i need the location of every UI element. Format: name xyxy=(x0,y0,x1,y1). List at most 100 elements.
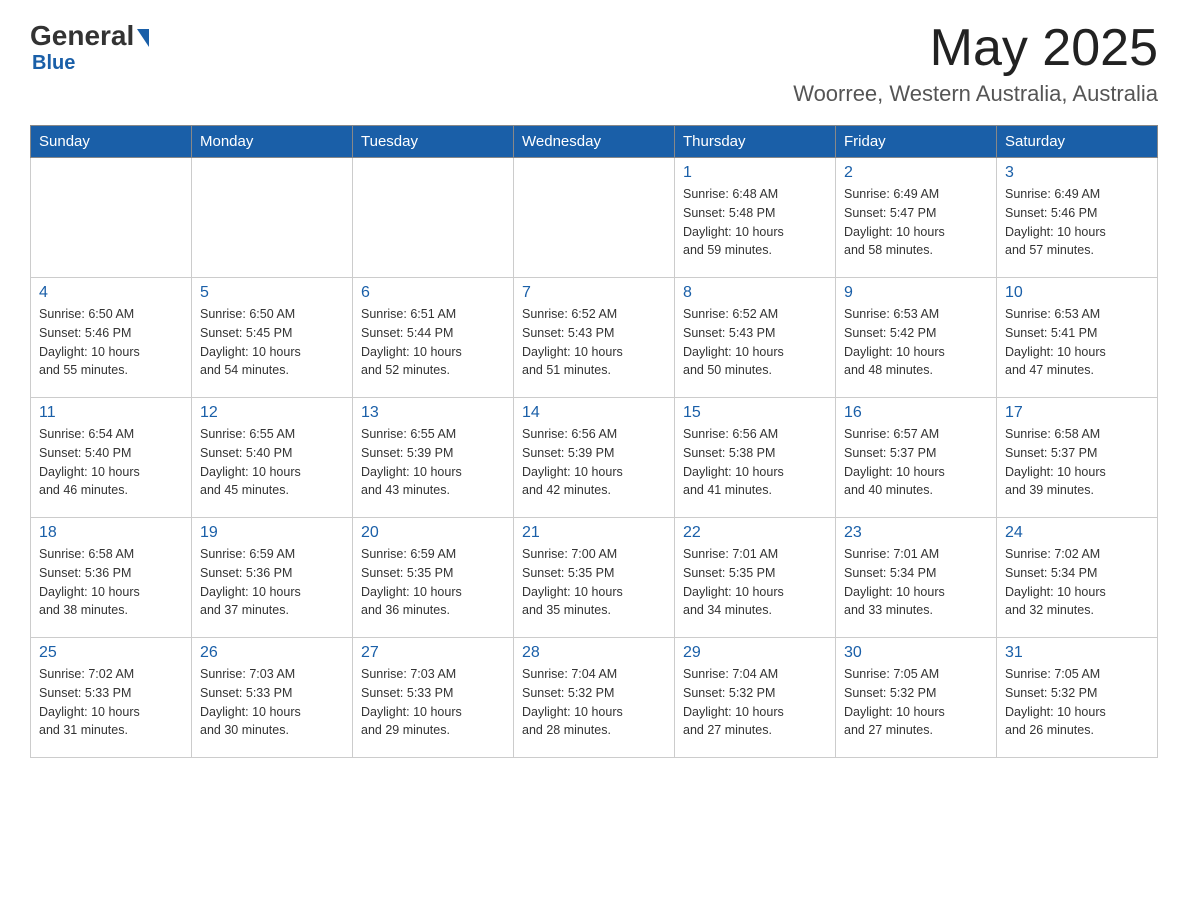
day-info: Sunrise: 6:58 AMSunset: 5:37 PMDaylight:… xyxy=(1005,425,1149,500)
calendar-week-1: 1 Sunrise: 6:48 AMSunset: 5:48 PMDaylight… xyxy=(31,158,1158,278)
day-info: Sunrise: 6:56 AMSunset: 5:39 PMDaylight:… xyxy=(522,425,666,500)
calendar-week-3: 11 Sunrise: 6:54 AMSunset: 5:40 PMDayligh… xyxy=(31,398,1158,518)
calendar-cell: 11 Sunrise: 6:54 AMSunset: 5:40 PMDayligh… xyxy=(31,398,192,518)
calendar-cell xyxy=(353,158,514,278)
day-number: 2 xyxy=(844,164,988,182)
calendar-header-saturday: Saturday xyxy=(997,126,1158,158)
day-number: 17 xyxy=(1005,404,1149,422)
day-info: Sunrise: 6:53 AMSunset: 5:41 PMDaylight:… xyxy=(1005,305,1149,380)
calendar-week-2: 4 Sunrise: 6:50 AMSunset: 5:46 PMDaylight… xyxy=(31,278,1158,398)
day-number: 28 xyxy=(522,644,666,662)
day-number: 5 xyxy=(200,284,344,302)
day-info: Sunrise: 7:04 AMSunset: 5:32 PMDaylight:… xyxy=(522,665,666,740)
calendar-cell: 23Sunrise: 7:01 AMSunset: 5:34 PMDayligh… xyxy=(836,518,997,638)
calendar-cell: 18 Sunrise: 6:58 AMSunset: 5:36 PMDayligh… xyxy=(31,518,192,638)
page-header: General Blue May 2025 Woorree, Western A… xyxy=(30,20,1158,107)
calendar-cell: 5 Sunrise: 6:50 AMSunset: 5:45 PMDaylight… xyxy=(192,278,353,398)
day-number: 7 xyxy=(522,284,666,302)
calendar-week-5: 25Sunrise: 7:02 AMSunset: 5:33 PMDayligh… xyxy=(31,638,1158,758)
day-info: Sunrise: 6:59 AMSunset: 5:35 PMDaylight:… xyxy=(361,545,505,620)
day-info: Sunrise: 6:51 AMSunset: 5:44 PMDaylight:… xyxy=(361,305,505,380)
calendar-cell: 6Sunrise: 6:51 AMSunset: 5:44 PMDaylight… xyxy=(353,278,514,398)
day-info: Sunrise: 6:54 AMSunset: 5:40 PMDaylight:… xyxy=(39,425,183,500)
calendar-cell: 26 Sunrise: 7:03 AMSunset: 5:33 PMDayligh… xyxy=(192,638,353,758)
day-number: 30 xyxy=(844,644,988,662)
calendar-cell: 24 Sunrise: 7:02 AMSunset: 5:34 PMDayligh… xyxy=(997,518,1158,638)
day-number: 26 xyxy=(200,644,344,662)
day-info: Sunrise: 6:56 AMSunset: 5:38 PMDaylight:… xyxy=(683,425,827,500)
day-info: Sunrise: 6:48 AMSunset: 5:48 PMDaylight:… xyxy=(683,185,827,260)
calendar-cell: 15 Sunrise: 6:56 AMSunset: 5:38 PMDayligh… xyxy=(675,398,836,518)
day-number: 31 xyxy=(1005,644,1149,662)
calendar-cell xyxy=(514,158,675,278)
day-number: 16 xyxy=(844,404,988,422)
day-info: Sunrise: 6:50 AMSunset: 5:45 PMDaylight:… xyxy=(200,305,344,380)
calendar-header-row: SundayMondayTuesdayWednesdayThursdayFrid… xyxy=(31,126,1158,158)
calendar-cell: 20 Sunrise: 6:59 AMSunset: 5:35 PMDayligh… xyxy=(353,518,514,638)
day-info: Sunrise: 7:01 AMSunset: 5:34 PMDaylight:… xyxy=(844,545,988,620)
calendar-cell: 28 Sunrise: 7:04 AMSunset: 5:32 PMDayligh… xyxy=(514,638,675,758)
day-info: Sunrise: 6:55 AMSunset: 5:40 PMDaylight:… xyxy=(200,425,344,500)
day-info: Sunrise: 7:03 AMSunset: 5:33 PMDaylight:… xyxy=(200,665,344,740)
calendar-cell: 31 Sunrise: 7:05 AMSunset: 5:32 PMDayligh… xyxy=(997,638,1158,758)
day-number: 8 xyxy=(683,284,827,302)
calendar-table: SundayMondayTuesdayWednesdayThursdayFrid… xyxy=(30,125,1158,758)
day-info: Sunrise: 7:04 AMSunset: 5:32 PMDaylight:… xyxy=(683,665,827,740)
day-info: Sunrise: 6:55 AMSunset: 5:39 PMDaylight:… xyxy=(361,425,505,500)
calendar-cell: 3Sunrise: 6:49 AMSunset: 5:46 PMDaylight… xyxy=(997,158,1158,278)
day-number: 9 xyxy=(844,284,988,302)
location-title: Woorree, Western Australia, Australia xyxy=(793,81,1158,107)
calendar-cell: 9 Sunrise: 6:53 AMSunset: 5:42 PMDaylight… xyxy=(836,278,997,398)
calendar-cell: 2 Sunrise: 6:49 AMSunset: 5:47 PMDaylight… xyxy=(836,158,997,278)
title-block: May 2025 Woorree, Western Australia, Aus… xyxy=(793,20,1158,107)
calendar-cell xyxy=(31,158,192,278)
day-info: Sunrise: 7:03 AMSunset: 5:33 PMDaylight:… xyxy=(361,665,505,740)
calendar-cell: 27Sunrise: 7:03 AMSunset: 5:33 PMDayligh… xyxy=(353,638,514,758)
day-number: 1 xyxy=(683,164,827,182)
day-info: Sunrise: 7:00 AMSunset: 5:35 PMDaylight:… xyxy=(522,545,666,620)
calendar-header-tuesday: Tuesday xyxy=(353,126,514,158)
calendar-cell: 13Sunrise: 6:55 AMSunset: 5:39 PMDayligh… xyxy=(353,398,514,518)
day-number: 25 xyxy=(39,644,183,662)
day-number: 18 xyxy=(39,524,183,542)
day-info: Sunrise: 6:49 AMSunset: 5:46 PMDaylight:… xyxy=(1005,185,1149,260)
day-info: Sunrise: 6:50 AMSunset: 5:46 PMDaylight:… xyxy=(39,305,183,380)
day-number: 11 xyxy=(39,404,183,422)
day-info: Sunrise: 7:01 AMSunset: 5:35 PMDaylight:… xyxy=(683,545,827,620)
calendar-cell xyxy=(192,158,353,278)
calendar-header-wednesday: Wednesday xyxy=(514,126,675,158)
day-info: Sunrise: 6:59 AMSunset: 5:36 PMDaylight:… xyxy=(200,545,344,620)
logo-general-text: General xyxy=(30,20,134,52)
calendar-cell: 21 Sunrise: 7:00 AMSunset: 5:35 PMDayligh… xyxy=(514,518,675,638)
day-info: Sunrise: 6:53 AMSunset: 5:42 PMDaylight:… xyxy=(844,305,988,380)
day-info: Sunrise: 7:02 AMSunset: 5:34 PMDaylight:… xyxy=(1005,545,1149,620)
day-info: Sunrise: 6:58 AMSunset: 5:36 PMDaylight:… xyxy=(39,545,183,620)
calendar-cell: 16 Sunrise: 6:57 AMSunset: 5:37 PMDayligh… xyxy=(836,398,997,518)
day-number: 29 xyxy=(683,644,827,662)
day-number: 12 xyxy=(200,404,344,422)
calendar-cell: 22Sunrise: 7:01 AMSunset: 5:35 PMDayligh… xyxy=(675,518,836,638)
calendar-cell: 19 Sunrise: 6:59 AMSunset: 5:36 PMDayligh… xyxy=(192,518,353,638)
logo-triangle-icon xyxy=(137,29,149,47)
day-info: Sunrise: 6:52 AMSunset: 5:43 PMDaylight:… xyxy=(522,305,666,380)
day-number: 19 xyxy=(200,524,344,542)
day-info: Sunrise: 6:49 AMSunset: 5:47 PMDaylight:… xyxy=(844,185,988,260)
day-number: 20 xyxy=(361,524,505,542)
day-number: 15 xyxy=(683,404,827,422)
calendar-cell: 30Sunrise: 7:05 AMSunset: 5:32 PMDayligh… xyxy=(836,638,997,758)
calendar-header-friday: Friday xyxy=(836,126,997,158)
calendar-cell: 8 Sunrise: 6:52 AMSunset: 5:43 PMDaylight… xyxy=(675,278,836,398)
day-info: Sunrise: 6:57 AMSunset: 5:37 PMDaylight:… xyxy=(844,425,988,500)
day-number: 21 xyxy=(522,524,666,542)
day-number: 4 xyxy=(39,284,183,302)
calendar-cell: 14 Sunrise: 6:56 AMSunset: 5:39 PMDayligh… xyxy=(514,398,675,518)
day-number: 24 xyxy=(1005,524,1149,542)
day-info: Sunrise: 7:05 AMSunset: 5:32 PMDaylight:… xyxy=(1005,665,1149,740)
calendar-cell: 17 Sunrise: 6:58 AMSunset: 5:37 PMDayligh… xyxy=(997,398,1158,518)
calendar-cell: 12 Sunrise: 6:55 AMSunset: 5:40 PMDayligh… xyxy=(192,398,353,518)
calendar-header-sunday: Sunday xyxy=(31,126,192,158)
calendar-cell: 1 Sunrise: 6:48 AMSunset: 5:48 PMDaylight… xyxy=(675,158,836,278)
day-number: 14 xyxy=(522,404,666,422)
calendar-week-4: 18 Sunrise: 6:58 AMSunset: 5:36 PMDayligh… xyxy=(31,518,1158,638)
day-info: Sunrise: 6:52 AMSunset: 5:43 PMDaylight:… xyxy=(683,305,827,380)
